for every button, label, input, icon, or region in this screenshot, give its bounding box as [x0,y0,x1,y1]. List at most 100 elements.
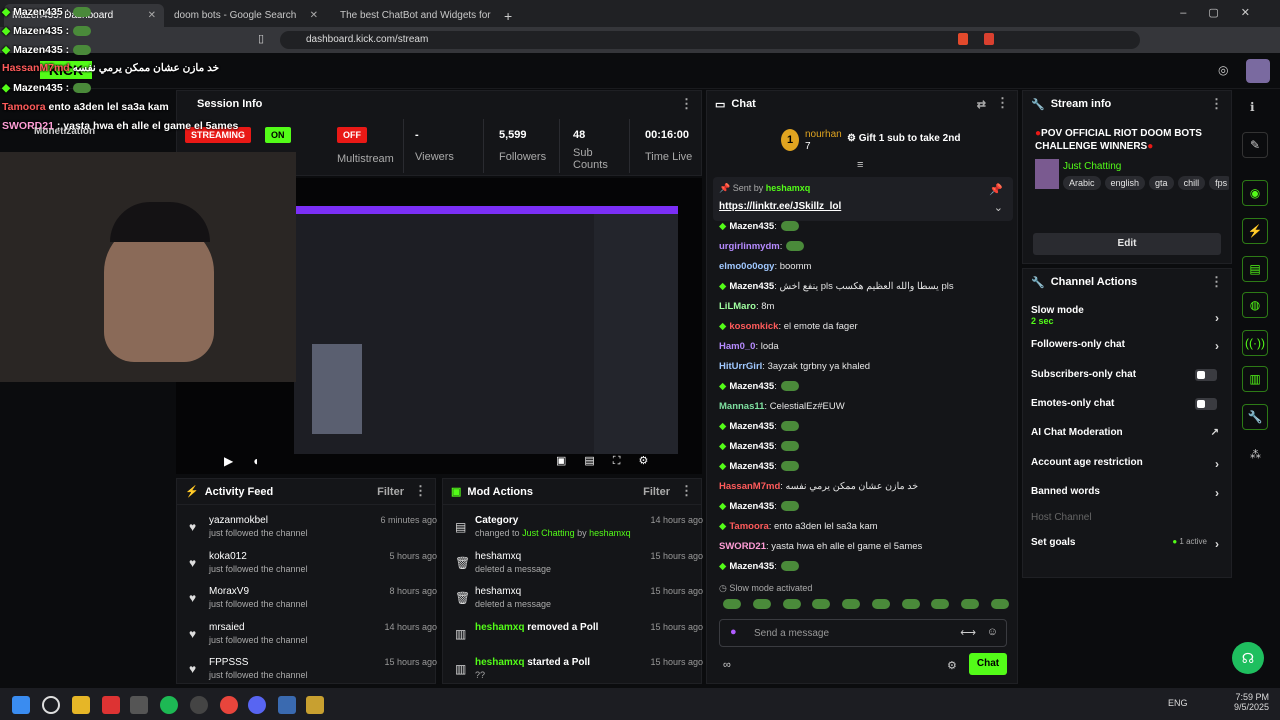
gift-sub-button[interactable]: ⚙ Gift 1 sub to take 2nd [847,133,960,144]
chat-username[interactable]: Mazen435 [729,561,774,572]
account-age-row[interactable]: Account age restriction › [1031,457,1225,471]
chat-message[interactable]: urgirlinmydm: [719,241,805,252]
chat-message[interactable]: Mannas11: CelestialEz#EUW [719,401,845,412]
tag[interactable]: gta [1149,176,1174,190]
tag[interactable]: fps [1209,176,1229,190]
chat-message[interactable]: ◆ Mazen435: [719,441,799,452]
chat-message[interactable]: ◆ kosomkick: el emote da fager [719,321,858,332]
activity-filter-button[interactable]: Filter [377,486,404,498]
chat-message[interactable]: HitUrrGirl: 3ayzak tgrbny ya khaled [719,361,870,372]
language-indicator[interactable]: ENG [1168,698,1188,708]
chat-username[interactable]: Mazen435 [729,421,774,432]
chat-message[interactable]: Ham0_0: loda [719,341,779,352]
tag[interactable]: Arabic [1063,176,1101,190]
emote-icon[interactable] [752,599,771,609]
emote-icon[interactable] [961,599,980,609]
top-gifter-name[interactable]: nourhan [805,129,842,140]
tag[interactable]: english [1104,176,1146,190]
app-icon[interactable] [278,696,296,714]
translate-icon[interactable]: ⟷ [960,626,976,639]
chat-username[interactable]: HitUrrGirl [719,361,762,372]
add-widget-icon[interactable]: ⁂ [1250,448,1261,461]
chat-username[interactable]: Mazen435 [729,221,774,232]
edit-icon[interactable]: ✎ [1242,132,1268,158]
brave-shield-icon[interactable] [958,33,968,45]
windows-start-icon[interactable] [12,696,30,714]
chat-username[interactable]: Tamoora [729,521,768,532]
store-icon[interactable] [130,696,148,714]
more-icon[interactable]: ⋮ [414,484,427,498]
more-icon[interactable]: ⋮ [680,484,693,498]
chat-message[interactable]: HassanM7md: خد مازن عشان ممكن يرمي نفسه [719,481,918,492]
emoji-icon[interactable]: ☺ [987,626,998,638]
chat-message[interactable]: ◆ Tamoora: ento a3den lel sa3a kam [719,521,878,532]
edit-stream-info-button[interactable]: Edit [1033,233,1221,255]
mic-icon[interactable]: ● [730,626,737,638]
spotify-icon[interactable] [160,696,178,714]
subscribers-only-toggle[interactable] [1195,369,1217,381]
url-input[interactable]: dashboard.kick.com/stream [280,31,1140,49]
category-link[interactable]: Just Chatting [1063,161,1121,172]
discord-icon[interactable] [248,696,266,714]
camera-icon[interactable]: ◉ [1242,180,1268,206]
chat-username[interactable]: HassanM7md [719,481,780,492]
collapse-icon[interactable]: ≡ [857,159,863,171]
ai-moderation-row[interactable]: AI Chat Moderation ↗ [1031,427,1225,438]
window-controls-icon[interactable]: –▢✕ [1180,6,1272,19]
play-icon[interactable]: ▶ [224,454,233,468]
settings-icon[interactable]: ⚙ [947,659,957,672]
chat-message[interactable]: ◆ Mazen435: [719,461,799,472]
file-explorer-icon[interactable] [72,696,90,714]
pinned-link[interactable]: https://linktr.ee/JSkillz_lol [719,201,841,212]
tab-close-icon[interactable]: ✕ [310,10,318,21]
chat-username[interactable]: Mazen435 [729,461,774,472]
bolt-icon[interactable]: ⚡ [1242,218,1268,244]
chevron-down-icon[interactable]: ⌄ [994,201,1003,214]
multistream-off-badge[interactable]: OFF [337,127,367,143]
tag[interactable]: chill [1177,176,1206,190]
chat-username[interactable]: Mannas11 [719,401,764,412]
app-icon[interactable] [190,696,208,714]
emote-icon[interactable] [931,599,950,609]
emote-icon[interactable] [782,599,801,609]
send-chat-button[interactable]: Chat [969,653,1007,675]
player-controls-icon[interactable]: ▣▤⛶⚙ [556,454,666,468]
bookmark-icon[interactable]: ▯ [258,32,264,45]
chat-message[interactable]: ◆ Mazen435: [719,561,799,572]
followers-only-row[interactable]: Followers-only chat › [1031,339,1225,353]
chat-username[interactable]: elmo0o0ogy [719,261,774,272]
chat-input[interactable]: ● Send a message ⟷ ☺ [719,619,1007,647]
set-goals-row[interactable]: Set goals ● 1 active › [1031,537,1225,551]
chat-username[interactable]: Mazen435 [729,441,774,452]
banned-words-row[interactable]: Banned words › [1031,486,1225,500]
chat-username[interactable]: Mazen435 [729,381,774,392]
more-icon[interactable]: ⋮ [680,97,693,110]
extension-icon[interactable] [984,33,994,45]
search-icon[interactable] [42,696,60,714]
chat-message[interactable]: ◆ Mazen435: [719,421,799,432]
chat-message[interactable]: elmo0o0ogy: boomm [719,261,811,272]
emote-icon[interactable] [901,599,920,609]
chat-username[interactable]: Mazen435 [729,281,774,292]
emote-icon[interactable] [990,599,1009,609]
chat-username[interactable]: LiLMaro [719,301,756,312]
chat-username[interactable]: kosomkick [729,321,778,332]
chat-message[interactable]: LiLMaro: 8m [719,301,774,312]
slow-mode-row[interactable]: Slow mode 2 sec › [1031,305,1225,329]
tab-close-icon[interactable]: ✕ [148,10,156,21]
document-icon[interactable]: ▤ [1242,256,1268,282]
tab-chatbot[interactable]: The best ChatBot and Widgets for Kick [332,4,492,27]
chat-username[interactable]: SWORD21 [719,541,766,552]
emote-icon[interactable] [871,599,890,609]
app-icon[interactable] [102,696,120,714]
chat-message[interactable]: ◆ Mazen435: [719,501,799,512]
chat-message[interactable]: ◆ Mazen435: [719,381,799,392]
emotes-only-toggle[interactable] [1195,398,1217,410]
chat-username[interactable]: Ham0_0 [719,341,755,352]
chat-username[interactable]: Mazen435 [729,501,774,512]
infinity-icon[interactable]: ∞ [723,659,731,671]
volume-icon[interactable]: ◖ [252,454,259,468]
more-icon[interactable]: ⋮ [1210,97,1223,110]
new-tab-icon[interactable]: + [496,4,516,27]
emote-icon[interactable] [812,599,831,609]
